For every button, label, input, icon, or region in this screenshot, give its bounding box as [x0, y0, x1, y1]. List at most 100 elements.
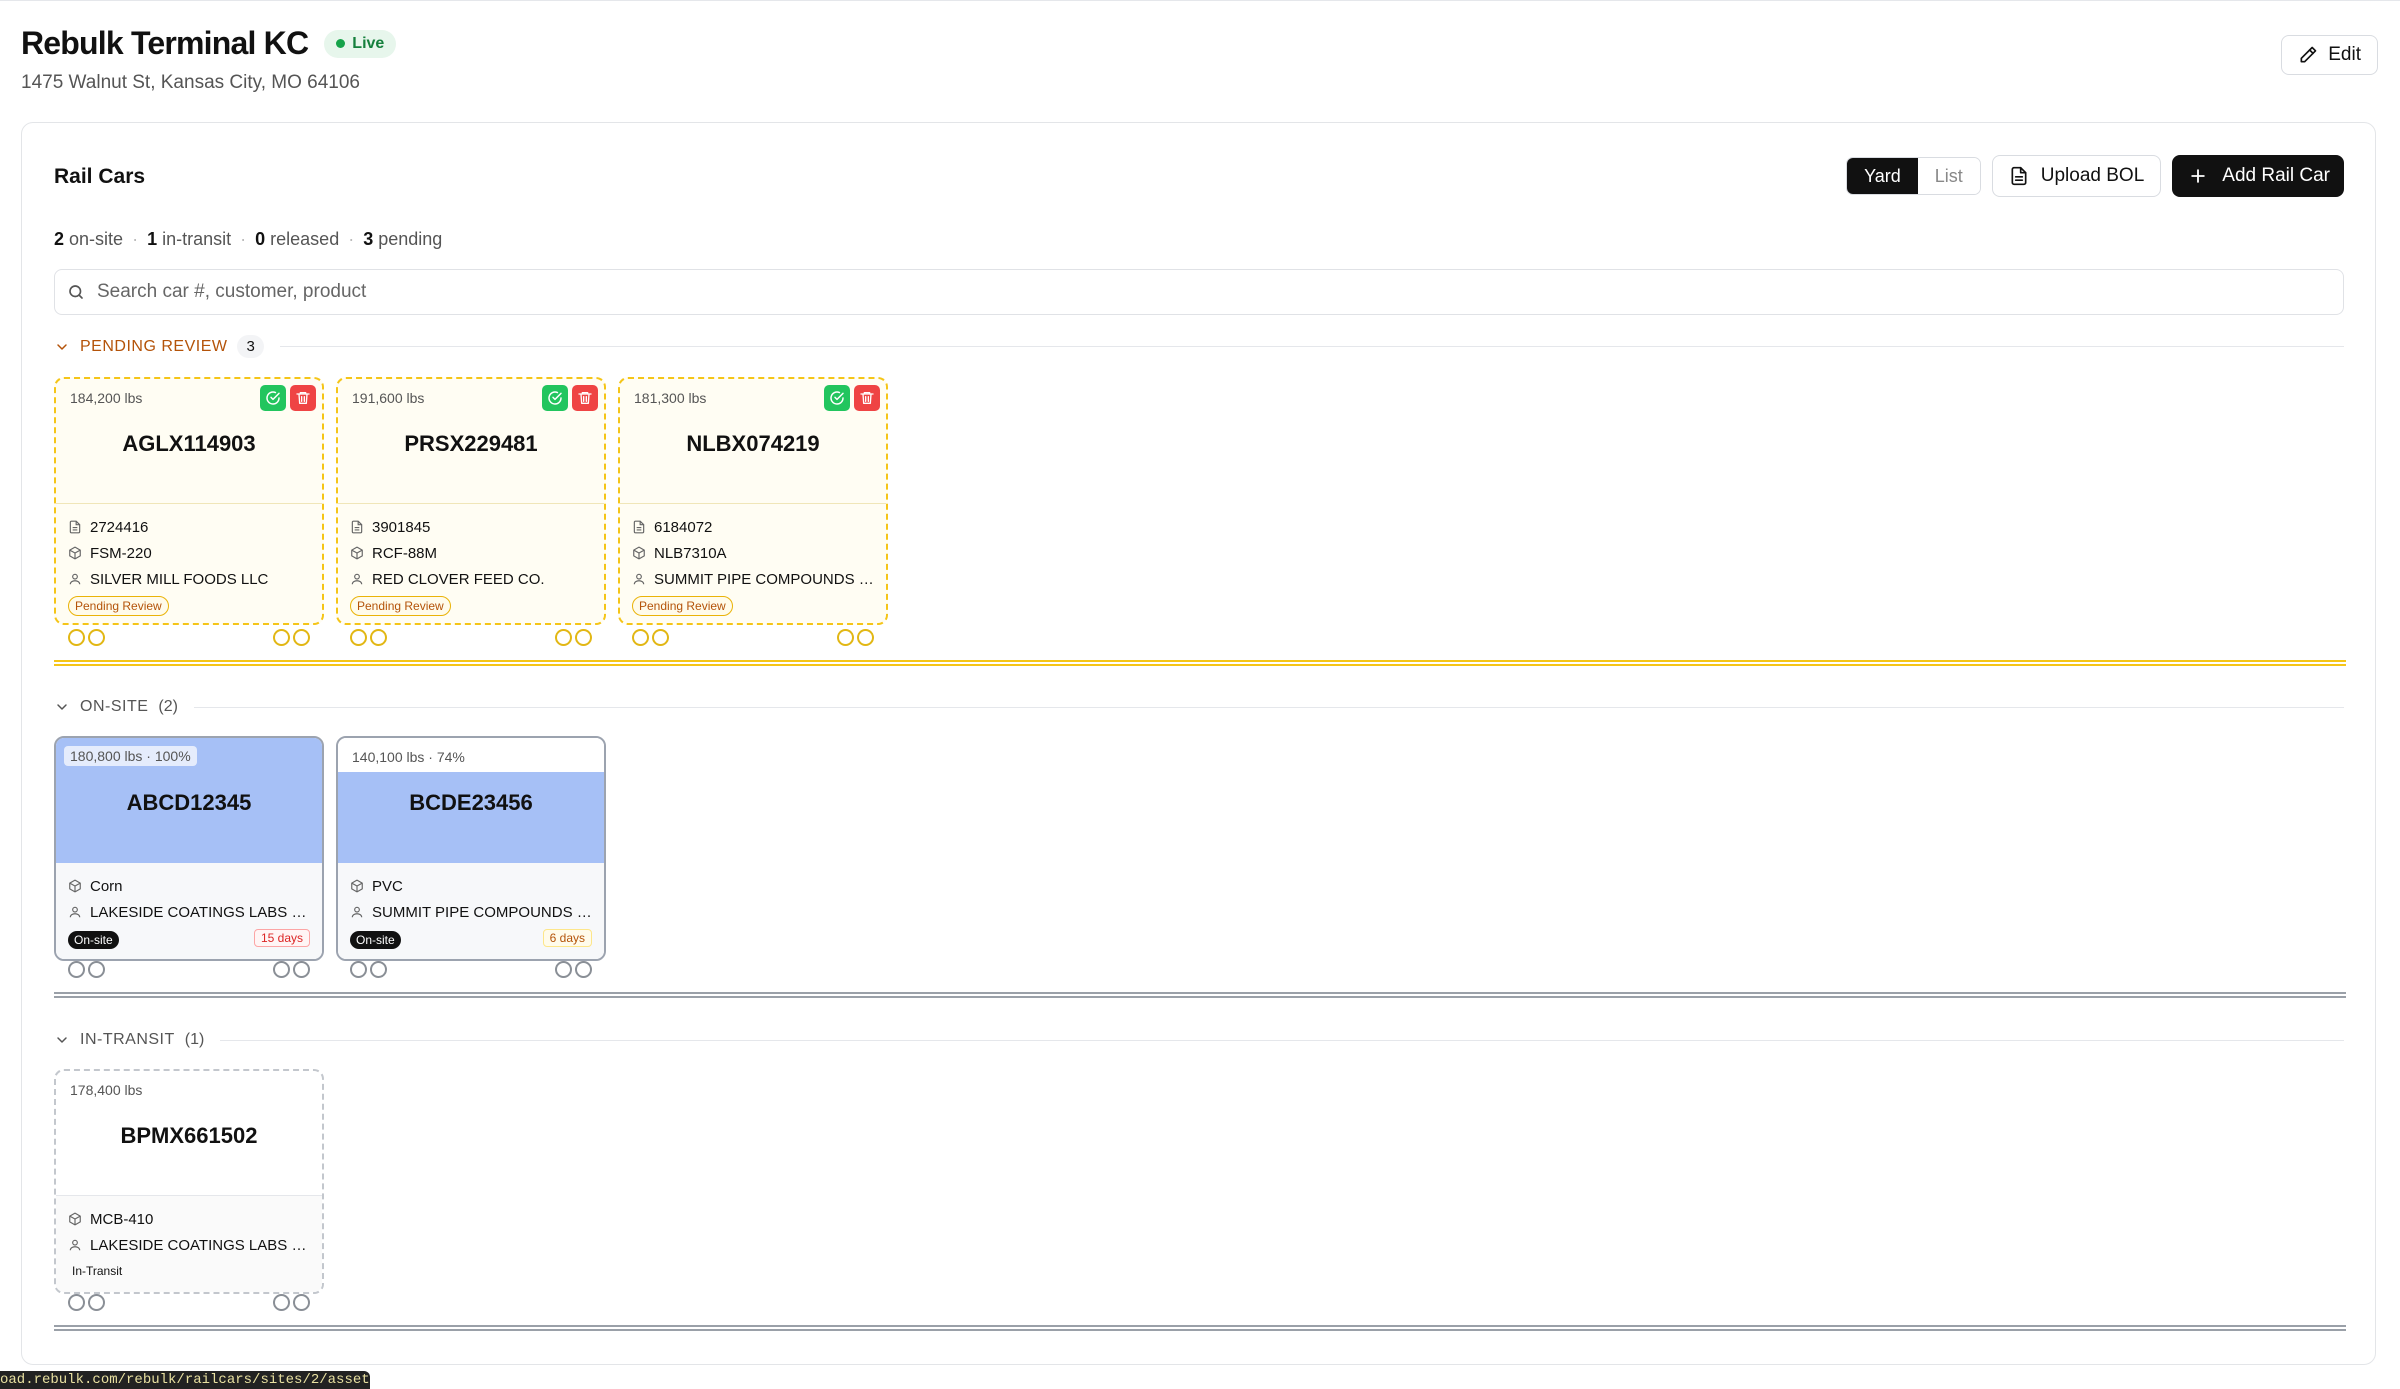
- days-on-site-badge: 15 days: [253, 929, 310, 947]
- car-header: 180,800 lbs · 100% ABCD12345: [56, 738, 322, 863]
- rail-track-transit: [54, 1325, 2346, 1331]
- wheel: [555, 961, 572, 978]
- wheel: [273, 629, 290, 646]
- car-number: PRSX229481: [404, 431, 538, 456]
- panel-toolbar: Yard List Upload BOL Add Rail Car: [1846, 155, 2344, 197]
- status-badge: Pending Review: [350, 596, 451, 616]
- user-icon: [633, 573, 645, 585]
- car-details: 2724416 FSM-220 SILVER MILL FOODS LLC Pe…: [56, 504, 322, 623]
- car-customer-row: SUMMIT PIPE COMPOUNDS L...: [632, 566, 874, 592]
- trash-icon: [860, 392, 874, 404]
- car-wheels: [68, 1294, 318, 1312]
- car-details: 3901845 RCF-88M RED CLOVER FEED CO. Pend…: [338, 504, 604, 623]
- car-actions: [824, 385, 880, 411]
- rail-car-card-pending[interactable]: 181,300 lbs NLBX074219 6184072 NLB7310A …: [618, 377, 888, 625]
- status-badge: On-site: [350, 931, 401, 949]
- rail-car-card-pending[interactable]: 184,200 lbs AGLX114903 2724416 FSM-220 S…: [54, 377, 324, 625]
- approve-button[interactable]: [824, 385, 850, 411]
- edit-button[interactable]: Edit: [2281, 35, 2378, 75]
- wheel: [857, 629, 874, 646]
- wheel: [88, 961, 105, 978]
- upload-bol-label: Upload BOL: [2040, 165, 2145, 186]
- site-title: Rebulk Terminal KC: [21, 25, 309, 61]
- car-header: 184,200 lbs AGLX114903: [56, 379, 322, 504]
- rail-car-card-pending[interactable]: 191,600 lbs PRSX229481 3901845 RCF-88M R…: [336, 377, 606, 625]
- site-address: 1475 Walnut St, Kansas City, MO 64106: [21, 72, 361, 93]
- search-bar: [54, 269, 2344, 315]
- delete-button[interactable]: [854, 385, 880, 411]
- car-details: Corn LAKESIDE COATINGS LABS INC. On-site…: [56, 863, 322, 959]
- group-header-pending[interactable]: PENDING REVIEW 3: [54, 335, 2344, 358]
- rail-car-card-onsite[interactable]: 180,800 lbs · 100% ABCD12345 Corn LAKESI…: [54, 736, 324, 961]
- group-count-pending: 3: [237, 335, 264, 358]
- status-badge: In-Transit: [72, 1264, 123, 1278]
- car-customer-row: RED CLOVER FEED CO.: [350, 566, 592, 592]
- top-border: [0, 0, 2400, 1]
- chevron-down-icon[interactable]: [54, 699, 70, 715]
- group-divider: [220, 1039, 2344, 1041]
- wheel: [370, 629, 387, 646]
- wheel: [293, 961, 310, 978]
- wheel: [632, 629, 649, 646]
- car-actions: [542, 385, 598, 411]
- stat-separator: ·: [132, 229, 139, 249]
- document-icon: [633, 520, 645, 534]
- status-badge: Pending Review: [68, 596, 169, 616]
- user-icon: [69, 1239, 81, 1251]
- wheel: [370, 961, 387, 978]
- stat-pending: 3 pending: [363, 229, 443, 249]
- car-number: AGLX114903: [122, 431, 256, 456]
- add-rail-car-label: Add Rail Car: [2222, 165, 2330, 186]
- car-header: 140,100 lbs · 74% BCDE23456: [338, 738, 604, 863]
- group-label-onsite: ON-SITE: [80, 698, 149, 715]
- chevron-down-icon[interactable]: [54, 1032, 70, 1048]
- package-icon: [69, 546, 81, 560]
- days-on-site-badge: 6 days: [542, 929, 592, 947]
- view-yard-tab[interactable]: Yard: [1847, 158, 1918, 194]
- car-header: 191,600 lbs PRSX229481: [338, 379, 604, 504]
- stat-released: 0 released: [255, 229, 340, 249]
- search-input[interactable]: [97, 281, 2297, 303]
- check-circle-icon: [548, 391, 562, 405]
- rail-car-card-onsite[interactable]: 140,100 lbs · 74% BCDE23456 PVC SUMMIT P…: [336, 736, 606, 961]
- car-details: 6184072 NLB7310A SUMMIT PIPE COMPOUNDS L…: [620, 504, 886, 623]
- rail-track-onsite: [54, 992, 2346, 998]
- car-bol-row: 3901845: [350, 514, 592, 540]
- wheel: [652, 629, 669, 646]
- stat-onsite: 2 on-site: [54, 229, 124, 249]
- group-header-transit[interactable]: IN-TRANSIT (1): [54, 1031, 2344, 1049]
- upload-bol-button[interactable]: Upload BOL: [1991, 155, 2162, 197]
- wheel: [68, 629, 85, 646]
- rail-car-card-transit[interactable]: 178,400 lbs BPMX661502 MCB-410 LAKESIDE …: [54, 1069, 324, 1294]
- wheel: [575, 629, 592, 646]
- rail-cars-panel: Rail Cars Yard List Upload BOL Add Rail …: [21, 122, 2376, 1365]
- delete-button[interactable]: [290, 385, 316, 411]
- group-label-pending: PENDING REVIEW: [80, 337, 228, 355]
- car-weight: 184,200 lbs: [70, 390, 143, 406]
- car-weight: 178,400 lbs: [70, 1082, 143, 1098]
- wheel: [555, 629, 572, 646]
- status-row: On-site 6 days: [350, 927, 592, 949]
- group-header-onsite[interactable]: ON-SITE (2): [54, 698, 2344, 716]
- approve-button[interactable]: [542, 385, 568, 411]
- view-list-tab[interactable]: List: [1917, 158, 1980, 194]
- chevron-down-icon[interactable]: [54, 339, 70, 355]
- wheel: [293, 629, 310, 646]
- car-header: 181,300 lbs NLBX074219: [620, 379, 886, 504]
- wheel: [575, 961, 592, 978]
- view-toggle: Yard List: [1846, 157, 1981, 195]
- car-bol-row: 6184072: [632, 514, 874, 540]
- car-product-row: Corn: [68, 873, 310, 899]
- group-label-transit: IN-TRANSIT: [80, 1031, 175, 1048]
- car-product-row: MCB-410: [68, 1206, 310, 1232]
- status-badge: Pending Review: [632, 596, 733, 616]
- add-rail-car-button[interactable]: Add Rail Car: [2172, 155, 2344, 197]
- user-icon: [69, 906, 81, 918]
- wheel: [88, 1294, 105, 1311]
- car-customer-row: SUMMIT PIPE COMPOUNDS L...: [350, 899, 592, 925]
- approve-button[interactable]: [260, 385, 286, 411]
- delete-button[interactable]: [572, 385, 598, 411]
- wheel: [350, 961, 367, 978]
- stat-separator: ·: [348, 229, 355, 249]
- search-icon: [69, 285, 83, 299]
